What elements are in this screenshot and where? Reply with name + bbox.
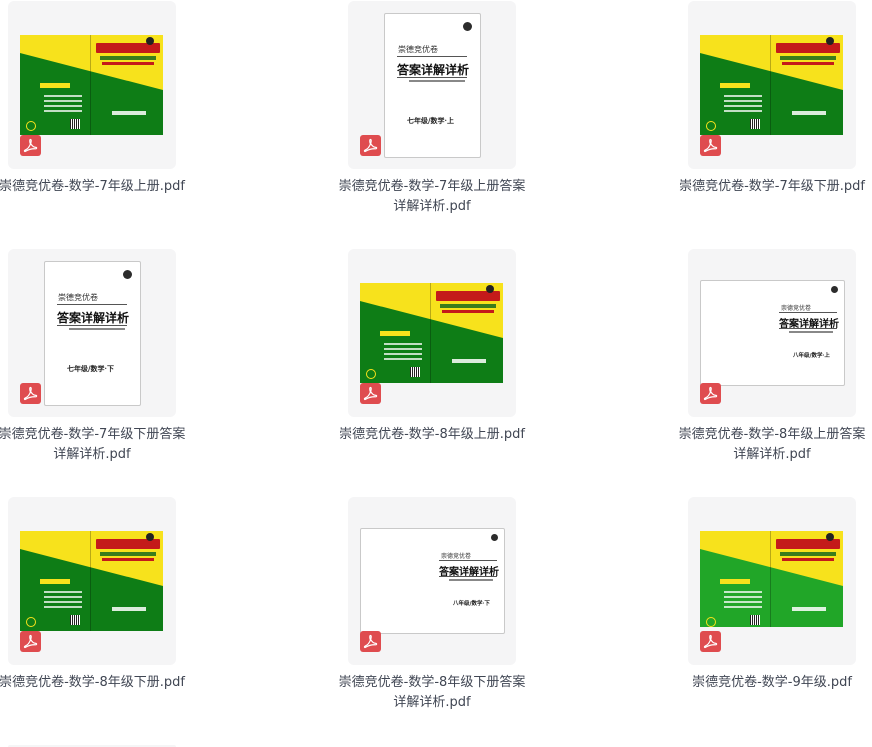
- file-name[interactable]: 崇德竞优卷-数学-7年级下册答案详解详析.pdf: [0, 425, 186, 465]
- pdf-icon: [20, 631, 41, 652]
- cover-grade-text: 七年级/数学·下: [67, 364, 114, 373]
- file-name[interactable]: 崇德竞优卷-数学-8年级下册答案详解详析.pdf: [338, 673, 526, 713]
- file-thumbnail[interactable]: 崇德竞优卷 答案详解详析 七年级/数学·下: [8, 249, 176, 417]
- file-name[interactable]: 崇德竞优卷-数学-8年级上册.pdf: [338, 425, 526, 445]
- pdf-icon: [360, 383, 381, 404]
- pdf-icon: [360, 631, 381, 652]
- file-name[interactable]: 崇德竞优卷-数学-9年级.pdf: [678, 673, 866, 693]
- cover-series-text: 崇德竞优卷: [781, 305, 812, 312]
- cover-series-text: 崇德竞优卷: [398, 45, 438, 54]
- book-cover-image: [700, 35, 843, 135]
- file-name[interactable]: 崇德竞优卷-数学-8年级上册答案详解详析.pdf: [678, 425, 866, 465]
- pdf-icon: [360, 135, 381, 156]
- book-cover-image: [20, 35, 163, 135]
- file-thumbnail[interactable]: [348, 249, 516, 417]
- file-thumbnail[interactable]: [688, 497, 856, 665]
- file-thumbnail[interactable]: 崇德竞优卷 答案详解详析 八年级/数学·上: [688, 249, 856, 417]
- pdf-icon: [700, 631, 721, 652]
- file-thumbnail[interactable]: [8, 497, 176, 665]
- file-thumbnail[interactable]: [8, 1, 176, 169]
- file-name[interactable]: 崇德竞优卷-数学-7年级下册.pdf: [678, 177, 866, 197]
- answer-cover-image: 崇德竞优卷 答案详解详析 七年级/数学·上: [384, 13, 481, 158]
- file-thumbnail[interactable]: 崇德竞优卷 答案详解详析 八年级/数学·下: [348, 497, 516, 665]
- cover-grade-text: 七年级/数学·上: [407, 116, 454, 125]
- pdf-icon: [700, 135, 721, 156]
- cover-grade-text: 八年级/数学·上: [793, 353, 830, 359]
- book-cover-image: [360, 283, 503, 383]
- file-thumbnail[interactable]: [688, 1, 856, 169]
- cover-series-text: 崇德竞优卷: [441, 553, 472, 560]
- file-name[interactable]: 崇德竞优卷-数学-7年级上册答案详解详析.pdf: [338, 177, 526, 217]
- cover-title-text: 答案详解详析: [57, 311, 130, 325]
- file-thumbnail[interactable]: 崇德竞优卷 答案详解详析 七年级/数学·上: [348, 1, 516, 169]
- file-name[interactable]: 崇德竞优卷-数学-7年级上册.pdf: [0, 177, 186, 197]
- pdf-icon: [20, 135, 41, 156]
- answer-cover-image: 崇德竞优卷 答案详解详析 八年级/数学·上: [700, 280, 845, 386]
- book-cover-image: [700, 531, 843, 627]
- file-name[interactable]: 崇德竞优卷-数学-8年级下册.pdf: [0, 673, 186, 693]
- cover-title-text: 答案详解详析: [397, 63, 470, 77]
- answer-cover-image: 崇德竞优卷 答案详解详析 八年级/数学·下: [360, 528, 505, 634]
- cover-series-text: 崇德竞优卷: [58, 293, 98, 302]
- pdf-icon: [20, 383, 41, 404]
- pdf-icon: [700, 383, 721, 404]
- answer-cover-image: 崇德竞优卷 答案详解详析 七年级/数学·下: [44, 261, 141, 406]
- cover-grade-text: 八年级/数学·下: [453, 601, 490, 607]
- book-cover-image: [20, 531, 163, 631]
